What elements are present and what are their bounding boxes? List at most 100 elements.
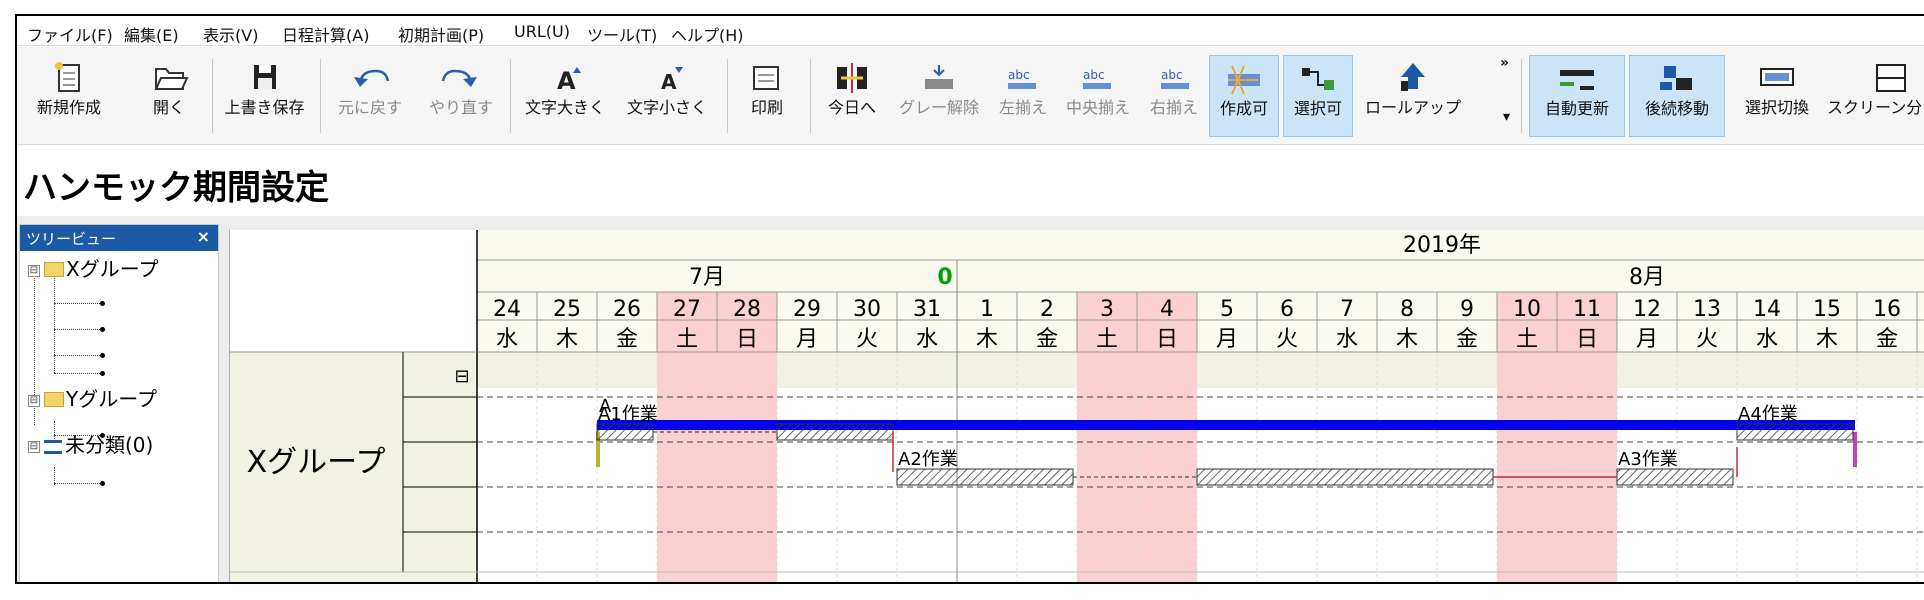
tree-connector bbox=[54, 269, 55, 373]
day-label: 12 bbox=[1633, 297, 1661, 322]
auto-update-toggle[interactable]: 自動更新 bbox=[1529, 55, 1625, 137]
creatable-toggle[interactable]: 作成可 bbox=[1209, 55, 1279, 137]
app-window: ファイル(F) 編集(E) 表示(V) 日程計算(A) 初期計画(P) URL(… bbox=[15, 14, 1924, 584]
task-bar bbox=[1736, 423, 1854, 441]
hammock-end-marker bbox=[1853, 432, 1857, 467]
today-marker: 0 bbox=[937, 265, 952, 290]
close-icon[interactable]: × bbox=[197, 227, 210, 246]
align-left-icon: abc bbox=[1008, 68, 1036, 89]
folder-icon bbox=[44, 392, 64, 407]
save-button[interactable]: 上書き保存 bbox=[217, 55, 312, 137]
tree-leaf-dot[interactable] bbox=[100, 371, 105, 376]
create-bar-icon bbox=[1228, 65, 1260, 95]
today-button[interactable]: 今日へ bbox=[817, 55, 887, 137]
print-icon bbox=[753, 66, 779, 90]
day-label: 31 bbox=[913, 297, 941, 322]
gantt-chart: 2019年 7月 0 8月 24 水 25 木 26 金 27 土 28 日 29 月 30 火 31 水 1 木 2 金 3 土… bbox=[229, 230, 1924, 582]
toolbar-dropdown[interactable]: ▾ bbox=[1503, 109, 1510, 129]
weekday-label: 日 bbox=[1156, 327, 1178, 352]
weekday-label: 水 bbox=[496, 327, 518, 352]
font-larger-button[interactable]: A 文字大きく bbox=[515, 55, 615, 137]
toolbar-separator bbox=[320, 59, 321, 133]
day-label: 10 bbox=[1513, 297, 1541, 322]
new-button[interactable]: 新規作成 bbox=[29, 55, 109, 137]
menu-tools[interactable]: ツール(T) bbox=[587, 22, 657, 46]
undo-button[interactable]: 元に戻す bbox=[330, 55, 410, 137]
align-right-button[interactable]: abc 右揃え bbox=[1143, 55, 1205, 137]
weekday-label: 水 bbox=[916, 327, 938, 352]
menu-initial-plan[interactable]: 初期計画(P) bbox=[398, 22, 484, 46]
rollup-icon bbox=[1401, 63, 1425, 91]
align-center-icon: abc bbox=[1083, 68, 1111, 89]
toolbar-separator bbox=[727, 59, 728, 133]
weekday-label: 火 bbox=[1696, 327, 1718, 352]
weekend-column bbox=[717, 352, 777, 582]
menu-schedule[interactable]: 日程計算(A) bbox=[282, 22, 369, 46]
day-label: 28 bbox=[733, 297, 761, 322]
task-label: A2作業 bbox=[898, 449, 958, 470]
weekday-label: 火 bbox=[1276, 327, 1298, 352]
menu-url[interactable]: URL(U) bbox=[514, 22, 570, 41]
weekday-label: 木 bbox=[1816, 327, 1838, 352]
svg-text:A: A bbox=[661, 70, 677, 94]
screen-split-button[interactable]: スクリーン分 bbox=[1827, 55, 1924, 137]
tree-leaf-dot[interactable] bbox=[100, 481, 105, 486]
redo-button[interactable]: やり直す bbox=[421, 55, 501, 137]
menu-edit[interactable]: 編集(E) bbox=[124, 22, 179, 46]
weekday-label: 木 bbox=[556, 327, 578, 352]
rollup-button[interactable]: ロールアップ bbox=[1357, 55, 1469, 137]
tree-leaf-dot[interactable] bbox=[100, 327, 105, 332]
collapse-icon[interactable]: ⊟ bbox=[28, 394, 40, 407]
gray-clear-button[interactable]: グレー解除 bbox=[889, 55, 989, 137]
day-label: 3 bbox=[1100, 297, 1114, 322]
toggle-select-button[interactable]: 選択切換 bbox=[1731, 55, 1823, 137]
folder-icon bbox=[44, 262, 64, 277]
move-following-toggle[interactable]: 後続移動 bbox=[1629, 55, 1725, 137]
day-label: 26 bbox=[613, 297, 641, 322]
undo-icon bbox=[354, 69, 390, 87]
weekday-label: 金 bbox=[1456, 327, 1478, 352]
tree-node-y-group[interactable]: ⊟ Yグループ bbox=[28, 383, 157, 412]
tree-node-uncategorized[interactable]: ⊟ 未分類(0) bbox=[28, 429, 153, 458]
screen-split-icon bbox=[1876, 64, 1906, 92]
tree-connector bbox=[54, 303, 102, 304]
month-label: 7月 bbox=[689, 265, 725, 290]
task-bar bbox=[1196, 468, 1494, 486]
svg-text:A: A bbox=[557, 67, 576, 95]
font-smaller-button[interactable]: A 文字小さく bbox=[617, 55, 717, 137]
tree-leaf-dot[interactable] bbox=[100, 353, 105, 358]
align-center-button[interactable]: abc 中央揃え bbox=[1057, 55, 1139, 137]
weekday-label: 金 bbox=[1876, 327, 1898, 352]
selectable-toggle[interactable]: 選択可 bbox=[1283, 55, 1353, 137]
gantt-svg: 2019年7月 0 8月24水25木26金27土28日29月30火31水1木2金3土… bbox=[230, 230, 1924, 582]
title-area: ハンモック期間設定 bbox=[17, 146, 1924, 216]
font-larger-icon: A bbox=[557, 67, 581, 95]
svg-text:abc: abc bbox=[1008, 68, 1030, 82]
weekend-column bbox=[1137, 352, 1197, 582]
collapse-icon[interactable]: ⊟ bbox=[28, 440, 40, 453]
day-label: 7 bbox=[1340, 297, 1354, 322]
today-icon bbox=[837, 63, 867, 93]
day-label: 5 bbox=[1220, 297, 1234, 322]
day-label: 2 bbox=[1040, 297, 1054, 322]
weekday-label: 土 bbox=[1516, 327, 1538, 352]
tree-leaf-dot[interactable] bbox=[100, 301, 105, 306]
task-bar bbox=[596, 423, 654, 441]
align-left-button[interactable]: abc 左揃え bbox=[992, 55, 1054, 137]
toolbar-overflow[interactable]: » bbox=[1500, 55, 1509, 75]
open-button[interactable]: 開く bbox=[139, 55, 199, 137]
weekday-label: 日 bbox=[736, 327, 758, 352]
tree-node-x-group[interactable]: ⊟ Xグループ bbox=[28, 253, 159, 282]
tree-connector bbox=[54, 355, 102, 356]
menu-file[interactable]: ファイル(F) bbox=[27, 22, 113, 46]
collapse-icon[interactable]: ⊟ bbox=[28, 264, 40, 277]
year-label: 2019年 bbox=[1403, 233, 1481, 258]
svg-text:abc: abc bbox=[1161, 68, 1183, 82]
task-label: A4作業 bbox=[1738, 404, 1798, 425]
print-button[interactable]: 印刷 bbox=[732, 55, 802, 137]
weekday-label: 水 bbox=[1756, 327, 1778, 352]
menu-help[interactable]: ヘルプ(H) bbox=[671, 22, 744, 46]
menu-view[interactable]: 表示(V) bbox=[203, 22, 258, 46]
weekday-label: 木 bbox=[1396, 327, 1418, 352]
tree-connector bbox=[54, 483, 102, 484]
